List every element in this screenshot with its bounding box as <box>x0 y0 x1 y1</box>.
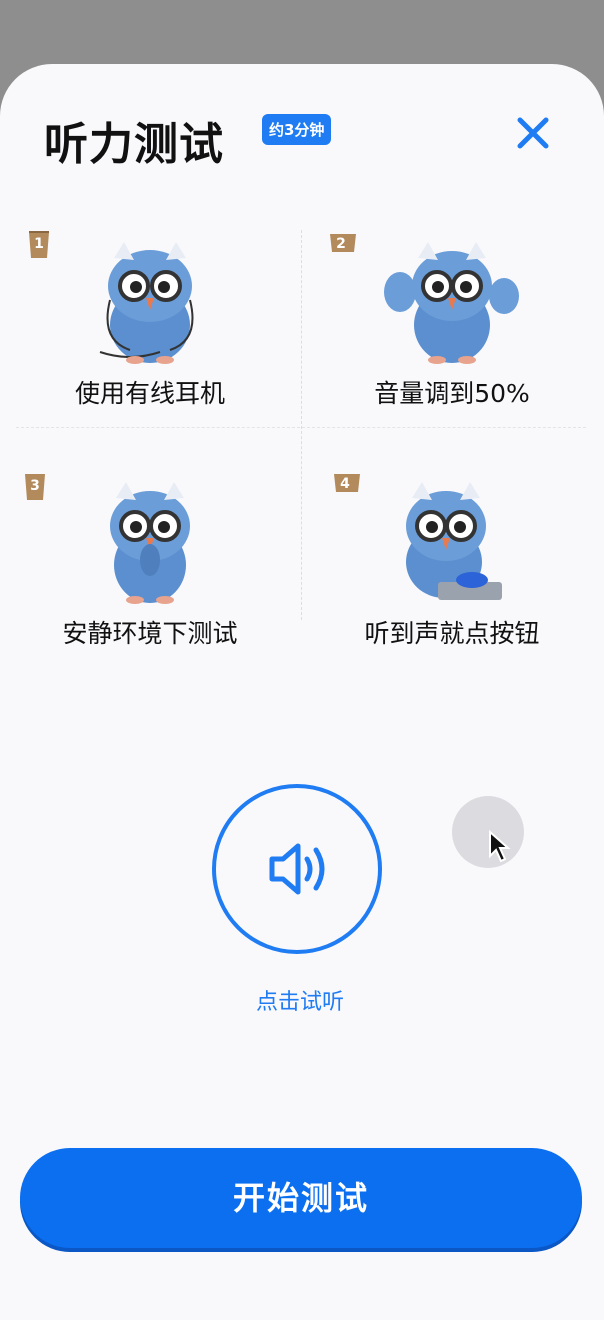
close-icon[interactable] <box>514 114 552 152</box>
owl-shush-icon <box>110 482 190 604</box>
start-test-button[interactable]: 开始测试 <box>20 1148 582 1248</box>
duration-badge: 约3分钟 <box>262 114 332 145</box>
page-title: 听力测试 <box>44 119 224 170</box>
step-number-tag: 2 <box>328 230 356 258</box>
step-number-tag: 4 <box>332 470 360 498</box>
step-number-tag: 3 <box>22 472 48 500</box>
owl-headphones-icon <box>99 242 194 364</box>
step-item: 1 使用有线耳机 <box>0 224 300 444</box>
step-item: 2 音量调到50% <box>302 224 602 444</box>
owl-button-icon <box>406 482 502 600</box>
instruction-grid: 1 使用有线耳机 2 音量调到50% 3 安静环境下测试 4 听到声就点按钮 <box>0 224 604 684</box>
step-label: 使用有线耳机 <box>74 379 225 408</box>
step-label: 安静环境下测试 <box>62 619 238 648</box>
play-preview-button[interactable] <box>212 784 382 954</box>
bottom-sheet: 听力测试 约3分钟 1 使用有线耳机 2 音量调到50% 3 安静环境下测试 4… <box>0 64 604 1320</box>
step-item: 4 听到声就点按钮 <box>302 464 602 684</box>
step-label: 听到声就点按钮 <box>364 619 540 648</box>
owl-waving-icon <box>384 242 519 364</box>
play-preview-label[interactable]: 点击试听 <box>200 984 400 1016</box>
step-number-tag: 1 <box>26 230 52 258</box>
mouse-pointer-icon <box>489 830 511 863</box>
step-label: 音量调到50% <box>374 379 530 408</box>
step-item: 3 安静环境下测试 <box>0 464 300 684</box>
speaker-icon <box>269 843 325 895</box>
